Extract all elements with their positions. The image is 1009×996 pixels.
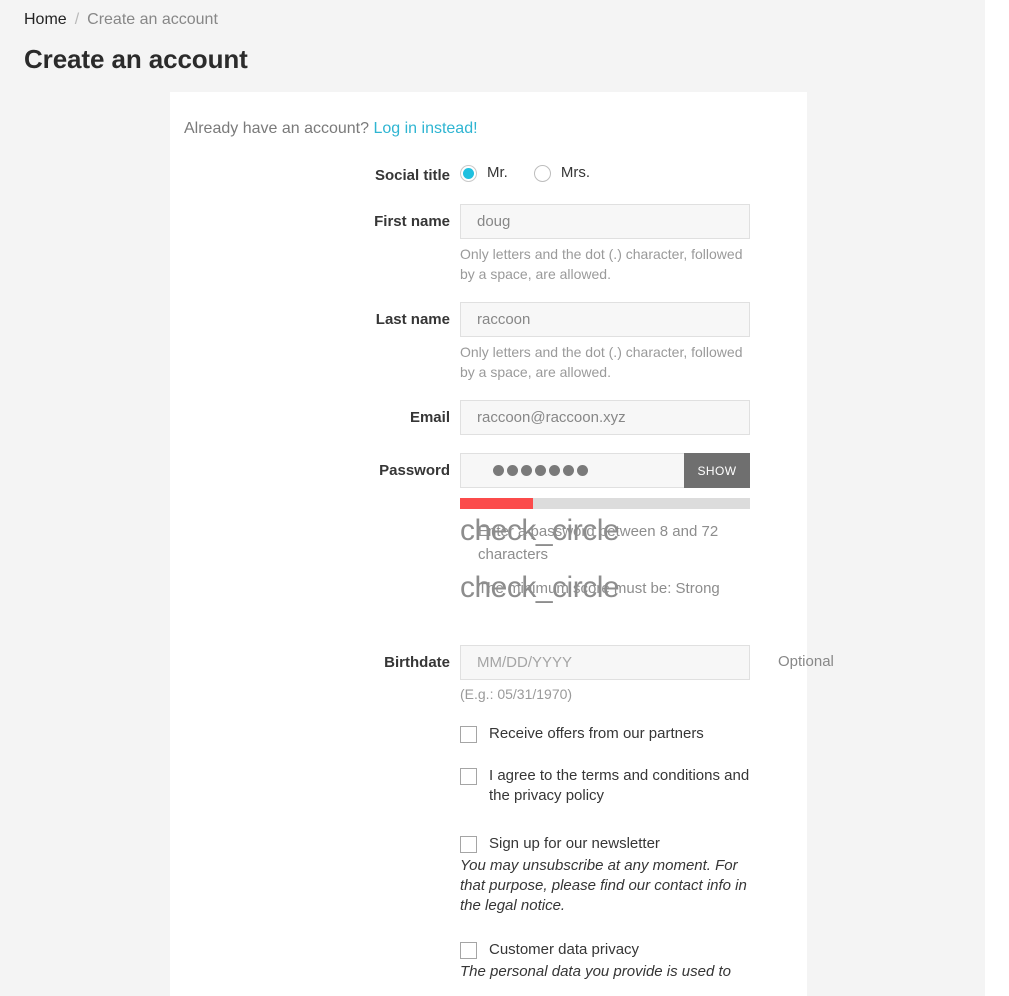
breadcrumb: Home / Create an account xyxy=(24,9,218,30)
checkbox-customer-data-privacy-label: Customer data privacy xyxy=(489,941,640,958)
first-name-input[interactable] xyxy=(460,204,750,239)
checkbox-block-partner-offers: Receive offers from our partners xyxy=(460,724,752,744)
radio-mr-label: Mr. xyxy=(487,164,508,181)
radio-option-mrs[interactable]: Mrs. xyxy=(533,164,591,182)
login-prompt-text: Already have an account? xyxy=(184,120,370,137)
social-title-radio-group: Mr. Mrs. xyxy=(460,158,807,182)
password-dot xyxy=(549,465,560,476)
password-show-button[interactable]: SHOW xyxy=(684,453,750,488)
birthdate-input[interactable] xyxy=(460,645,750,680)
form-row-email: Email xyxy=(170,400,807,435)
checkbox-block-customer-data-privacy: Customer data privacy The personal data … xyxy=(460,940,752,982)
social-title-label: Social title xyxy=(374,167,450,184)
password-input-group: SHOW xyxy=(460,453,750,488)
checkbox-terms-and-conditions[interactable] xyxy=(460,768,477,785)
birthdate-hint: (E.g.: 05/31/1970) xyxy=(460,686,573,702)
password-strength-bar xyxy=(460,498,750,509)
radio-mrs-label: Mrs. xyxy=(560,164,591,181)
password-dot xyxy=(577,465,588,476)
password-label: Password xyxy=(379,462,450,479)
checkbox-newsletter-note: You may unsubscribe at any moment. For t… xyxy=(460,857,747,914)
form-row-last-name: Last name Only letters and the dot (.) c… xyxy=(170,302,807,382)
birthdate-optional-label: Optional xyxy=(778,653,834,670)
create-account-card: Already have an account? Log in instead!… xyxy=(170,92,834,996)
last-name-input[interactable] xyxy=(460,302,750,337)
checkbox-block-newsletter: Sign up for our newsletter You may unsub… xyxy=(460,834,752,916)
log-in-instead-link[interactable]: Log in instead! xyxy=(373,120,477,137)
checkbox-partner-offers-label: Receive offers from our partners xyxy=(489,725,704,742)
first-name-hint: Only letters and the dot (.) character, … xyxy=(460,246,743,282)
password-feedback-score: check_circle The minimum score must be: … xyxy=(460,571,760,623)
checkbox-customer-data-privacy-note: The personal data you provide is used to xyxy=(460,963,732,980)
password-input[interactable] xyxy=(460,453,684,488)
email-input[interactable] xyxy=(460,400,750,435)
scrollbar-gutter[interactable] xyxy=(985,0,1009,996)
birthdate-label: Birthdate xyxy=(384,654,450,671)
radio-option-mr[interactable]: Mr. xyxy=(460,164,508,182)
form-row-social-title: Social title Mr. Mrs. xyxy=(170,158,807,186)
checkbox-terms-and-conditions-label: I agree to the terms and conditions and … xyxy=(489,767,750,804)
password-dot xyxy=(493,465,504,476)
login-prompt: Already have an account? Log in instead! xyxy=(184,110,807,140)
password-dot xyxy=(535,465,546,476)
checkbox-customer-data-privacy[interactable] xyxy=(460,942,477,959)
password-masked-dots xyxy=(477,454,668,487)
checkbox-partner-offers[interactable] xyxy=(460,726,477,743)
password-feedback-length-text: Enter a password between 8 and 72 charac… xyxy=(478,523,719,563)
radio-mrs-indicator[interactable] xyxy=(533,164,551,182)
page-root: Home / Create an account Create an accou… xyxy=(0,0,1009,996)
checkbox-newsletter-label: Sign up for our newsletter xyxy=(489,835,660,852)
breadcrumb-separator: / xyxy=(74,11,80,28)
form-row-password: Password SHOW check_circle Enter a passw… xyxy=(170,453,807,623)
checkbox-block-terms: I agree to the terms and conditions and … xyxy=(460,766,752,806)
password-feedback-score-text: The minimum score must be: Strong xyxy=(478,580,720,597)
password-feedback-length: check_circle Enter a password between 8 … xyxy=(460,514,760,566)
email-label: Email xyxy=(409,409,450,426)
checkbox-newsletter[interactable] xyxy=(460,836,477,853)
first-name-label: First name xyxy=(374,213,450,230)
last-name-label: Last name xyxy=(375,311,450,328)
password-dot xyxy=(507,465,518,476)
password-dot xyxy=(563,465,574,476)
form-row-first-name: First name Only letters and the dot (.) … xyxy=(170,204,807,284)
password-strength-fill xyxy=(460,498,533,509)
radio-mr-indicator[interactable] xyxy=(460,164,477,182)
last-name-hint: Only letters and the dot (.) character, … xyxy=(460,344,743,380)
breadcrumb-home-link[interactable]: Home xyxy=(24,9,67,30)
form-row-birthdate: Birthdate (E.g.: 05/31/1970) Optional Re… xyxy=(170,645,834,982)
password-dot xyxy=(521,465,532,476)
page-title: Create an account xyxy=(24,44,248,74)
breadcrumb-current: Create an account xyxy=(87,11,218,28)
